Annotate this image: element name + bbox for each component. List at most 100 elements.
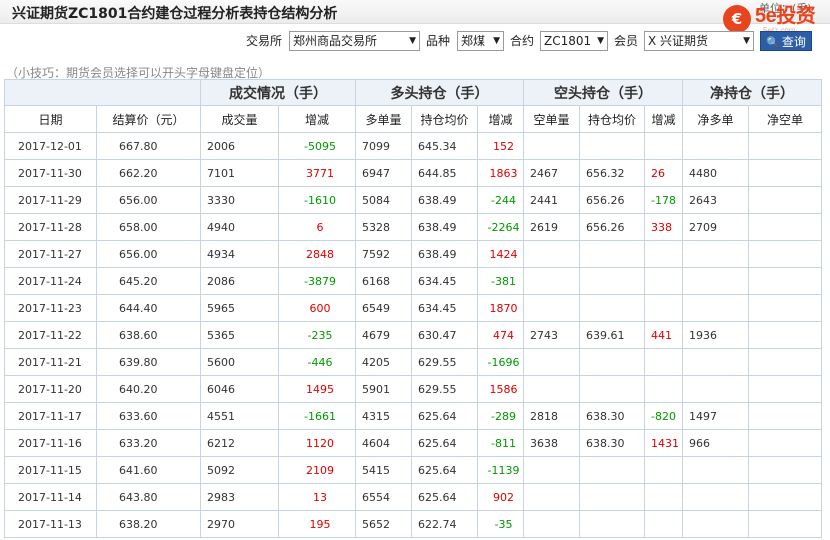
table-cell: 4315	[355, 402, 412, 430]
table-cell	[523, 483, 580, 511]
table-cell: 629.55	[411, 348, 478, 376]
table-cell: 629.55	[411, 375, 478, 403]
contract-select[interactable]: ZC1801 ▼	[540, 31, 608, 51]
table-cell	[579, 132, 645, 160]
table-cell: 2017-11-16	[4, 429, 97, 457]
table-row: 2017-11-28 658.00 4940 6 5328 638.49 -2264 2619…	[4, 213, 822, 241]
table-cell: 662.20	[96, 159, 201, 187]
table-cell: 6	[278, 213, 356, 241]
table-cell: 638.30	[579, 402, 645, 430]
table-cell: 638.49	[411, 213, 478, 241]
table-row: 2017-11-16 633.20 6212 1120 4604 625.64 -811 36…	[4, 429, 822, 457]
table-row: 2017-11-20 640.20 6046 1495 5901 629.55 1586	[4, 375, 822, 403]
table-cell	[644, 456, 683, 484]
table-cell: 630.47	[411, 321, 478, 349]
group-header-long: 多头持仓（手）	[355, 79, 524, 106]
variety-select[interactable]: 郑煤 ▼	[457, 31, 504, 51]
table-row: 2017-11-23 644.40 5965 600 6549 634.45 1870	[4, 294, 822, 322]
table-row: 2017-11-15 641.60 5092 2109 5415 625.64 -1139	[4, 456, 822, 484]
page-title: 兴证期货ZC1801合约建仓过程分析表持仓结构分析	[12, 6, 338, 22]
table-cell: 4940	[200, 213, 279, 241]
table-cell: -811	[477, 429, 524, 457]
table-cell	[748, 456, 822, 484]
table-cell	[682, 510, 749, 538]
table-cell: 3330	[200, 186, 279, 214]
table-cell: 3638	[523, 429, 580, 457]
table-cell: 902	[477, 483, 524, 511]
exchange-select-value: 郑州商品交易所	[293, 34, 378, 48]
table-cell: 625.64	[411, 402, 478, 430]
table-cell	[748, 294, 822, 322]
table-cell: 1120	[278, 429, 356, 457]
table-cell: 638.20	[96, 510, 201, 538]
exchange-label: 交易所	[246, 34, 283, 48]
table-cell	[644, 348, 683, 376]
column-header: 日期	[4, 105, 97, 133]
table-cell: 26	[644, 159, 683, 187]
table-cell: 656.26	[579, 186, 645, 214]
member-select[interactable]: X 兴证期货 ▼	[644, 31, 754, 51]
table-cell: 643.80	[96, 483, 201, 511]
table-cell: 1431	[644, 429, 683, 457]
table-cell	[748, 429, 822, 457]
table-cell: 645.20	[96, 267, 201, 295]
table-cell: 2017-11-15	[4, 456, 97, 484]
table-cell	[523, 510, 580, 538]
table-cell	[579, 483, 645, 511]
table-cell: -289	[477, 402, 524, 430]
table-cell: 5965	[200, 294, 279, 322]
table-cell: 5415	[355, 456, 412, 484]
table-row: 2017-11-14 643.80 2983 13 6554 625.64 902	[4, 483, 822, 511]
table-cell: 2970	[200, 510, 279, 538]
table-cell: 2441	[523, 186, 580, 214]
table-cell: 2017-11-14	[4, 483, 97, 511]
table-cell	[579, 267, 645, 295]
table-cell	[748, 240, 822, 268]
table-cell	[682, 456, 749, 484]
table-cell: 2818	[523, 402, 580, 430]
table-cell: 6046	[200, 375, 279, 403]
member-label: 会员	[614, 34, 639, 48]
position-table: 成交情况（手） 多头持仓（手） 空头持仓（手） 净持仓（手） 日期 结算价（元）成…	[4, 79, 822, 538]
search-button[interactable]: 🔍 查询	[760, 31, 812, 51]
table-cell: 6554	[355, 483, 412, 511]
table-cell: 2643	[682, 186, 749, 214]
table-cell	[682, 348, 749, 376]
table-cell	[748, 186, 822, 214]
table-cell	[579, 456, 645, 484]
table-cell: -381	[477, 267, 524, 295]
table-cell: 2086	[200, 267, 279, 295]
table-cell: 195	[278, 510, 356, 538]
table-cell	[748, 402, 822, 430]
dropdown-arrow-icon: ▼	[409, 36, 416, 46]
table-cell	[644, 510, 683, 538]
table-cell	[748, 510, 822, 538]
table-cell: -244	[477, 186, 524, 214]
table-cell	[748, 375, 822, 403]
group-header-blank	[4, 79, 201, 106]
table-cell	[644, 132, 683, 160]
table-cell: 600	[278, 294, 356, 322]
search-icon: 🔍	[766, 36, 780, 49]
table-cell: 7099	[355, 132, 412, 160]
table-cell: 5600	[200, 348, 279, 376]
column-header: 净空单	[748, 105, 822, 133]
column-header: 增减	[644, 105, 683, 133]
column-header: 空单量	[523, 105, 580, 133]
table-cell: 2467	[523, 159, 580, 187]
table-cell	[748, 483, 822, 511]
table-cell	[748, 321, 822, 349]
table-cell: 6947	[355, 159, 412, 187]
table-body: 2017-12-01 667.80 2006 -5095 7099 645.34 152 20…	[4, 132, 822, 538]
table-cell: -2264	[477, 213, 524, 241]
table-cell: -35	[477, 510, 524, 538]
table-row: 2017-11-30 662.20 7101 3771 6947 644.85 1863 24…	[4, 159, 822, 187]
table-cell: 2017-11-28	[4, 213, 97, 241]
table-cell: 6168	[355, 267, 412, 295]
exchange-select[interactable]: 郑州商品交易所 ▼	[289, 31, 420, 51]
table-cell	[748, 159, 822, 187]
table-cell	[748, 267, 822, 295]
table-cell: -178	[644, 186, 683, 214]
table-cell: 4934	[200, 240, 279, 268]
table-cell: 644.40	[96, 294, 201, 322]
